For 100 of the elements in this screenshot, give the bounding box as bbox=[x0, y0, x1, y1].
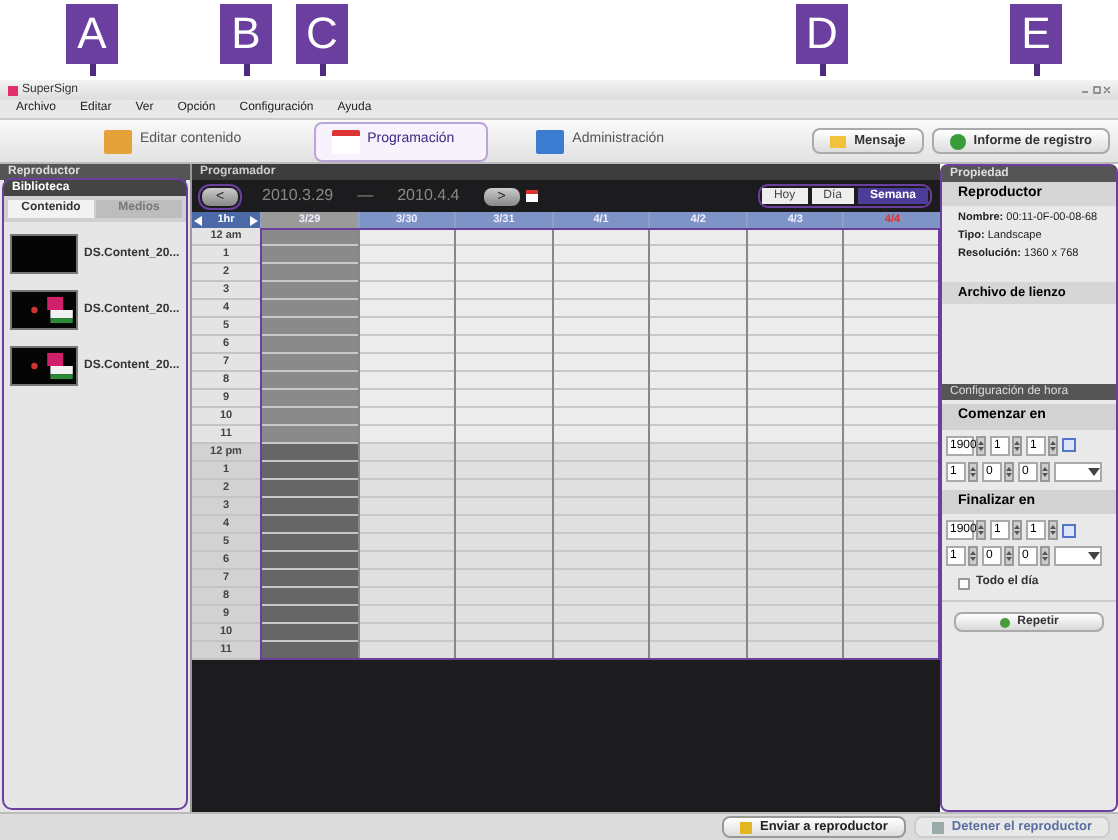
dropdown-field[interactable] bbox=[1054, 546, 1102, 567]
time-slot[interactable] bbox=[650, 642, 746, 660]
time-slot[interactable] bbox=[747, 372, 843, 390]
time-slot[interactable] bbox=[359, 228, 455, 246]
time-slot[interactable] bbox=[359, 462, 455, 480]
time-slot[interactable] bbox=[747, 462, 843, 480]
time-slot[interactable] bbox=[553, 228, 649, 246]
spinner-icon[interactable] bbox=[1040, 546, 1050, 567]
time-slot[interactable] bbox=[359, 282, 455, 300]
time-slot[interactable] bbox=[553, 444, 649, 462]
time-slot[interactable] bbox=[553, 552, 649, 570]
time-slot[interactable] bbox=[844, 624, 941, 642]
time-slot[interactable] bbox=[553, 354, 649, 372]
right-arrow-icon[interactable] bbox=[250, 215, 258, 225]
time-slot[interactable] bbox=[553, 570, 649, 588]
time-slot[interactable] bbox=[553, 624, 649, 642]
time-slot[interactable] bbox=[553, 426, 649, 444]
spinner-icon[interactable] bbox=[968, 546, 978, 567]
time-slot[interactable] bbox=[747, 282, 843, 300]
time-slot[interactable] bbox=[747, 426, 843, 444]
time-slot[interactable] bbox=[844, 516, 941, 534]
time-slot[interactable] bbox=[359, 264, 455, 282]
time-slot[interactable] bbox=[747, 300, 843, 318]
time-slot[interactable] bbox=[844, 228, 941, 246]
time-slot[interactable] bbox=[262, 228, 358, 246]
time-slot[interactable] bbox=[553, 480, 649, 498]
spinner-icon[interactable] bbox=[1012, 520, 1022, 541]
time-slot[interactable] bbox=[747, 444, 843, 462]
time-slot[interactable] bbox=[844, 606, 941, 624]
time-slot[interactable] bbox=[747, 552, 843, 570]
spinner-icon[interactable] bbox=[1040, 461, 1050, 482]
time-slot[interactable] bbox=[359, 354, 455, 372]
time-slot[interactable] bbox=[553, 264, 649, 282]
time-slot[interactable] bbox=[747, 336, 843, 354]
window-controls-icon[interactable] bbox=[1082, 86, 1110, 94]
time-slot[interactable] bbox=[456, 642, 552, 660]
time-slot[interactable] bbox=[844, 426, 941, 444]
time-slot[interactable] bbox=[553, 498, 649, 516]
time-slot[interactable] bbox=[747, 246, 843, 264]
time-slot[interactable] bbox=[262, 444, 358, 462]
time-slot[interactable] bbox=[844, 390, 941, 408]
time-slot[interactable] bbox=[262, 552, 358, 570]
time-slot[interactable] bbox=[262, 516, 358, 534]
time-slot[interactable] bbox=[844, 318, 941, 336]
time-slot[interactable] bbox=[844, 354, 941, 372]
time-slot[interactable] bbox=[844, 336, 941, 354]
time-slot[interactable] bbox=[359, 246, 455, 264]
time-slot[interactable] bbox=[747, 480, 843, 498]
spinner-icon[interactable] bbox=[1004, 461, 1014, 482]
time-slot[interactable] bbox=[844, 462, 941, 480]
time-slot[interactable] bbox=[844, 264, 941, 282]
time-slot[interactable] bbox=[747, 534, 843, 552]
time-slot[interactable] bbox=[456, 228, 552, 246]
time-slot[interactable] bbox=[844, 408, 941, 426]
time-slot[interactable] bbox=[553, 516, 649, 534]
spinner-icon[interactable] bbox=[1048, 435, 1058, 456]
time-slot[interactable] bbox=[553, 246, 649, 264]
time-slot[interactable] bbox=[844, 444, 941, 462]
spinner-icon[interactable] bbox=[976, 520, 986, 541]
time-slot[interactable] bbox=[359, 336, 455, 354]
spinner-icon[interactable] bbox=[1048, 520, 1058, 541]
time-slot[interactable] bbox=[262, 624, 358, 642]
time-slot[interactable] bbox=[844, 642, 941, 660]
time-slot[interactable] bbox=[844, 534, 941, 552]
time-slot[interactable] bbox=[359, 426, 455, 444]
time-slot[interactable] bbox=[553, 282, 649, 300]
spinner-icon[interactable] bbox=[976, 435, 986, 456]
time-slot[interactable] bbox=[747, 354, 843, 372]
time-slot[interactable] bbox=[553, 606, 649, 624]
time-slot[interactable] bbox=[747, 390, 843, 408]
time-slot[interactable] bbox=[844, 588, 941, 606]
time-slot[interactable] bbox=[844, 570, 941, 588]
time-slot[interactable] bbox=[359, 516, 455, 534]
time-slot[interactable] bbox=[553, 300, 649, 318]
time-slot[interactable] bbox=[747, 642, 843, 660]
time-slot[interactable] bbox=[553, 642, 649, 660]
time-slot[interactable] bbox=[747, 318, 843, 336]
spinner-icon[interactable] bbox=[1004, 546, 1014, 567]
calendar-icon[interactable] bbox=[525, 190, 538, 202]
time-slot[interactable] bbox=[262, 588, 358, 606]
time-slot[interactable] bbox=[553, 336, 649, 354]
time-slot[interactable] bbox=[359, 534, 455, 552]
time-slot[interactable] bbox=[359, 570, 455, 588]
time-slot[interactable] bbox=[650, 228, 746, 246]
time-slot[interactable] bbox=[747, 606, 843, 624]
left-arrow-icon[interactable] bbox=[194, 215, 202, 225]
time-slot[interactable] bbox=[359, 444, 455, 462]
time-slot[interactable] bbox=[844, 480, 941, 498]
time-slot[interactable] bbox=[553, 408, 649, 426]
time-slot[interactable] bbox=[844, 552, 941, 570]
time-slot[interactable] bbox=[359, 480, 455, 498]
time-slot[interactable] bbox=[553, 588, 649, 606]
time-slot[interactable] bbox=[359, 606, 455, 624]
time-slot[interactable] bbox=[553, 372, 649, 390]
time-slot[interactable] bbox=[553, 318, 649, 336]
time-slot[interactable] bbox=[262, 498, 358, 516]
time-slot[interactable] bbox=[747, 264, 843, 282]
time-slot[interactable] bbox=[747, 588, 843, 606]
dropdown-field[interactable] bbox=[1054, 461, 1102, 482]
time-slot[interactable] bbox=[359, 318, 455, 336]
